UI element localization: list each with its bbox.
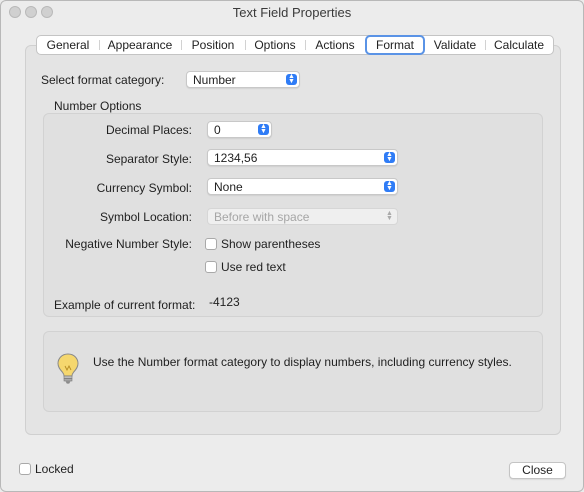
format-info-box: Use the Number format category to displa… [43,331,543,412]
up-down-chevron-icon: ▲ ▼ [386,210,393,222]
tab-calculate[interactable]: Calculate [485,36,553,54]
number-options-title: Number Options [54,99,142,113]
example-format-value: -4123 [209,295,240,309]
format-category-select[interactable]: Number ▲ ▼ [186,71,300,88]
negative-number-style-label: Negative Number Style: [65,237,192,251]
currency-symbol-label: Currency Symbol: [96,181,192,195]
lightbulb-icon [56,353,80,388]
format-category-value: Number [193,73,236,87]
tab-validate[interactable]: Validate [425,36,485,54]
decimal-places-select[interactable]: 0 ▲ ▼ [207,121,272,138]
separator-style-value: 1234,56 [214,151,258,165]
up-down-chevron-icon: ▲ ▼ [384,180,395,192]
text-field-properties-dialog: Text Field Properties General Appearance… [0,0,584,492]
close-button[interactable]: Close [509,462,566,479]
tab-actions[interactable]: Actions [305,36,365,54]
window-title: Text Field Properties [232,5,352,20]
separator-style-label: Separator Style: [105,152,192,166]
use-red-text-label: Use red text [221,260,286,274]
example-format-label: Example of current format: [54,298,196,312]
show-parentheses-label: Show parentheses [221,237,321,251]
currency-symbol-value: None [214,180,243,194]
tab-options[interactable]: Options [245,36,305,54]
tab-format[interactable]: Format [365,34,425,55]
symbol-location-select[interactable]: Before with space ▲ ▼ [207,208,398,225]
tab-bar: General Appearance Position Options Acti… [36,34,554,55]
up-down-chevron-icon: ▲ ▼ [286,73,297,85]
use-red-text-checkbox[interactable] [205,261,217,273]
up-down-chevron-icon: ▲ ▼ [258,123,269,135]
currency-symbol-select[interactable]: None ▲ ▼ [207,178,398,195]
format-info-text: Use the Number format category to displa… [93,355,512,369]
format-category-label: Select format category: [41,73,165,87]
locked-checkbox[interactable] [19,463,31,475]
symbol-location-value: Before with space [214,210,310,224]
up-down-chevron-icon: ▲ ▼ [384,151,395,163]
title-bar: Text Field Properties [1,1,583,23]
tab-general[interactable]: General [37,36,99,54]
decimal-places-value: 0 [214,123,221,137]
symbol-location-label: Symbol Location: [99,210,192,224]
tab-appearance[interactable]: Appearance [99,36,181,54]
show-parentheses-checkbox[interactable] [205,238,217,250]
tab-position[interactable]: Position [181,36,245,54]
separator-style-select[interactable]: 1234,56 ▲ ▼ [207,149,398,166]
decimal-places-label: Decimal Places: [105,123,192,137]
locked-label: Locked [35,462,74,476]
